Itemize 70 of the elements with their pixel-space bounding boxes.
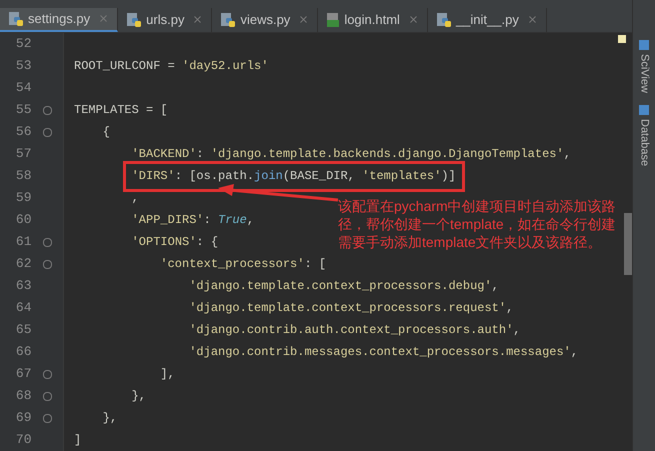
code-line: ROOT_URLCONF = 'day52.urls': [74, 59, 268, 73]
line-number: 57: [14, 145, 32, 164]
tab-label: views.py: [240, 11, 290, 30]
code-line: ],: [160, 367, 175, 381]
fold-marker-icon[interactable]: [42, 260, 52, 268]
code-line: 'OPTIONS': {: [132, 235, 218, 249]
scrollbar-thumb[interactable]: [624, 213, 632, 275]
editor-tab[interactable]: settings.py: [0, 8, 118, 32]
line-number: 64: [14, 299, 32, 318]
line-number: 67: [14, 365, 32, 384]
code-line: 'django.template.context_processors.debug',: [189, 279, 499, 293]
tool-icon: [639, 104, 649, 115]
code-line: 'django.contrib.auth.context_processors.auth',: [189, 323, 520, 337]
code-line: TEMPLATES = [: [74, 103, 168, 117]
close-icon[interactable]: [192, 14, 204, 26]
fold-marker-icon[interactable]: [42, 128, 52, 136]
code-line: ,: [132, 191, 139, 205]
fold-marker-icon[interactable]: [42, 106, 52, 114]
line-number: 60: [14, 211, 32, 230]
close-icon[interactable]: [98, 13, 110, 24]
tab-label: settings.py: [28, 10, 90, 28]
line-number: 68: [14, 387, 32, 406]
code-line: },: [102, 411, 118, 425]
line-number: 54: [14, 79, 32, 98]
line-number: 70: [14, 431, 32, 450]
tab-label: urls.py: [146, 11, 184, 30]
fold-marker-icon[interactable]: [42, 392, 52, 400]
line-number: 61: [14, 233, 32, 252]
fold-marker-icon[interactable]: [42, 414, 52, 422]
code-line: 'APP_DIRS': True,: [132, 213, 254, 227]
code-line: 'DIRS': [os.path.join(BASE_DIR, 'templates')]: [132, 168, 456, 185]
close-icon[interactable]: [298, 14, 310, 26]
code-line: 'django.contrib.messages.context_processors.messages',: [189, 345, 578, 359]
code-line: },: [132, 389, 146, 403]
inspection-indicator-icon: [618, 35, 626, 43]
tool-icon: [639, 40, 649, 50]
line-number: 69: [14, 409, 32, 428]
code-line: {: [102, 125, 110, 139]
line-number: 62: [14, 255, 32, 274]
tool-window-button[interactable]: Database: [636, 104, 652, 166]
html-file-icon: [326, 12, 340, 28]
line-number: 58: [14, 167, 32, 186]
line-number: 66: [14, 343, 32, 362]
line-number: 55: [14, 101, 32, 120]
code-line: 'django.template.context_processors.request',: [189, 301, 514, 315]
line-number: 53: [14, 57, 32, 76]
tab-label: login.html: [344, 11, 400, 30]
fold-marker-icon[interactable]: [42, 370, 52, 378]
code-line: ]: [74, 433, 82, 447]
editor-tab[interactable]: __init__.py: [428, 8, 547, 32]
line-number: 52: [14, 35, 32, 54]
close-icon[interactable]: [408, 14, 419, 26]
python-file-icon: [8, 10, 24, 27]
python-file-icon: [126, 12, 142, 28]
editor-tab[interactable]: login.html: [318, 8, 428, 32]
code-line: 'context_processors': [: [160, 257, 326, 271]
fold-marker-icon[interactable]: [42, 238, 52, 246]
editor-tab[interactable]: urls.py: [118, 8, 212, 32]
tool-window-button[interactable]: SciView: [636, 40, 652, 93]
line-number: 59: [14, 189, 32, 208]
line-number: 56: [14, 123, 32, 142]
line-number: 65: [14, 321, 32, 340]
annotation-text: 该配置在pycharm中创建项目时自动添加该路径，帮你创建一个template，如在命令行创建需要手动添加template文件夹以及该路径。: [338, 197, 616, 251]
tab-label: __init__.py: [456, 11, 519, 30]
code-line: 'BACKEND': 'django.template.backends.django.DjangoTemplates',: [132, 147, 571, 161]
editor-tab[interactable]: views.py: [212, 8, 318, 32]
line-number: 63: [14, 277, 32, 296]
python-file-icon: [436, 12, 452, 28]
python-file-icon: [220, 12, 236, 28]
close-icon[interactable]: [526, 14, 538, 26]
